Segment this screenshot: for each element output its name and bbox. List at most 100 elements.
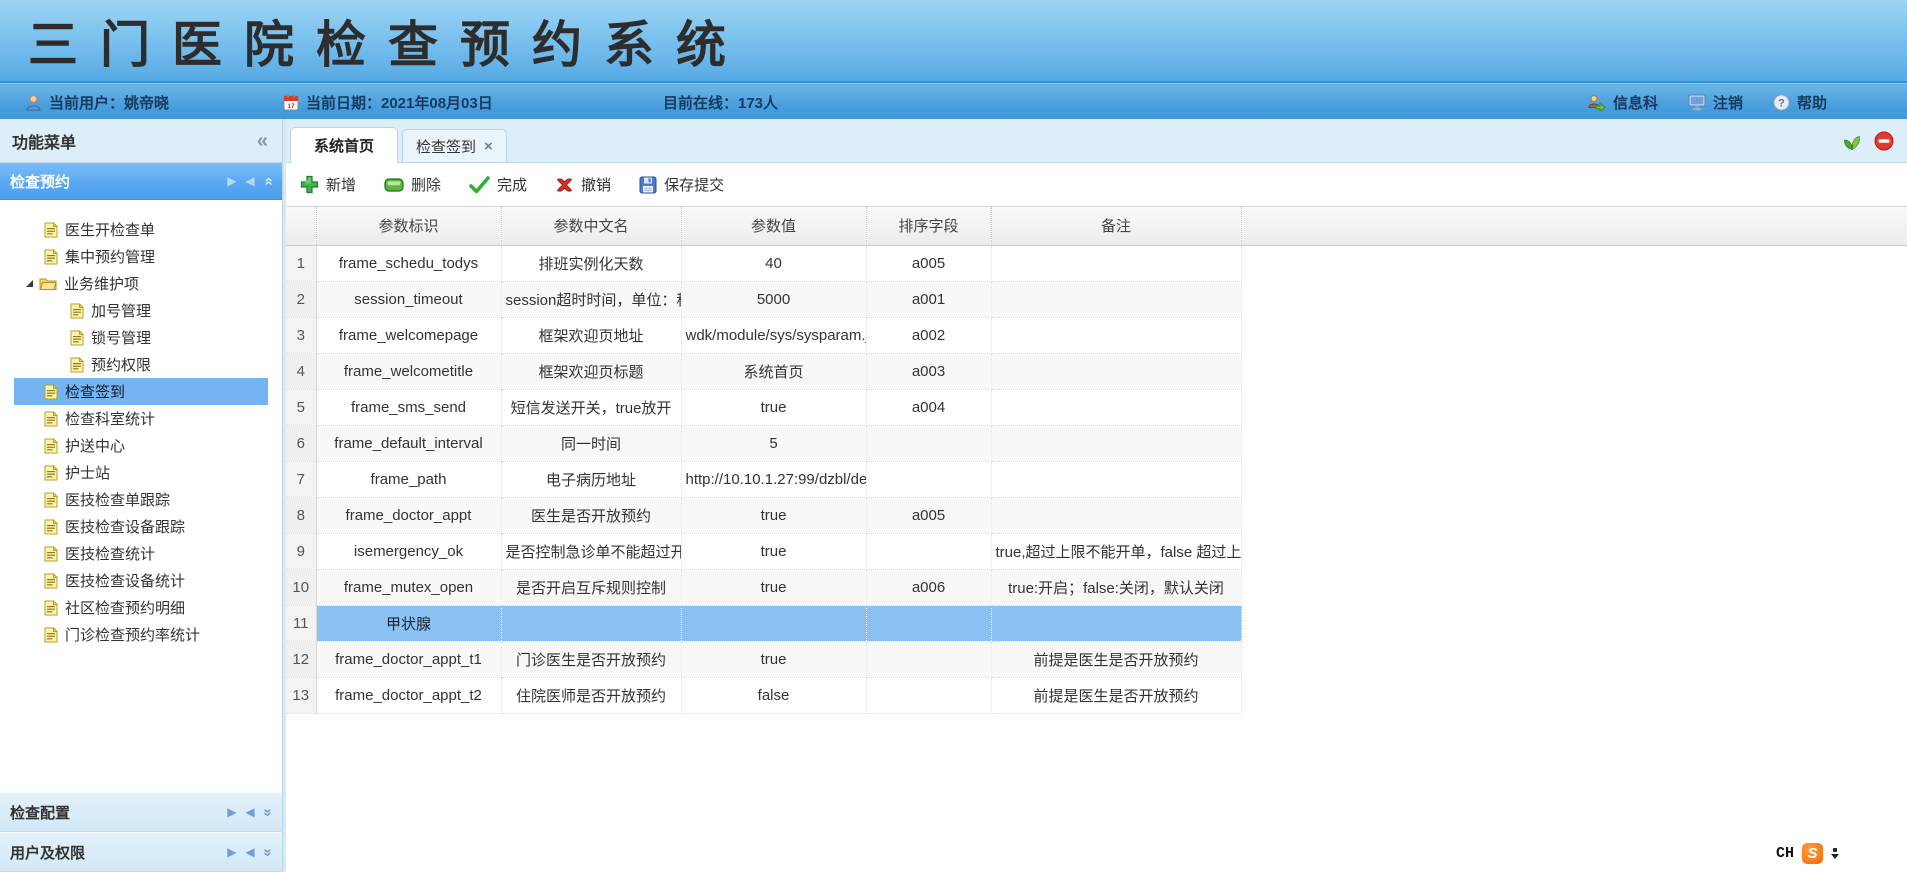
arrow-right-icon[interactable]: ▶ [227,846,236,858]
cell-param-value[interactable] [681,605,866,641]
cell-param-id[interactable]: frame_path [316,461,501,497]
collapse-up-icon[interactable]: » [259,177,276,185]
cell-remark[interactable] [991,281,1241,317]
cell-param-value[interactable]: http://10.10.1.27:99/dzbl/de [681,461,866,497]
department-link[interactable]: 信息科 [1587,92,1658,113]
tab-exam-checkin[interactable]: 检查签到 × [402,129,507,162]
tree-item[interactable]: 业务维护项 [14,270,268,297]
cell-param-value[interactable]: 5000 [681,281,866,317]
table-row[interactable]: 8 frame_doctor_appt 医生是否开放预约 true a005 [286,497,1907,533]
table-row[interactable]: 10 frame_mutex_open 是否开启互斥规则控制 true a006… [286,569,1907,605]
cell-param-id[interactable]: frame_welcometitle [316,353,501,389]
cell-remark[interactable] [991,245,1241,281]
ime-indicator[interactable]: CH S [1776,843,1839,864]
tree-item[interactable]: 医技检查单跟踪 [14,486,268,513]
cell-param-value[interactable]: false [681,677,866,713]
tree-item[interactable]: 检查签到 [14,378,268,405]
undo-button[interactable]: 撤销 [555,174,611,195]
col-remark[interactable]: 备注 [991,207,1241,245]
help-link[interactable]: ? 帮助 [1773,92,1827,113]
cell-param-value[interactable]: true [681,389,866,425]
accordion-panel-exam-config[interactable]: 检查配置 ▶ ◀ » [0,792,282,832]
table-row[interactable]: 5 frame_sms_send 短信发送开关，true放开 true a004 [286,389,1907,425]
arrow-right-icon[interactable]: ▶ [227,175,236,187]
cell-param-name[interactable]: 框架欢迎页地址 [501,317,681,353]
cell-sort-field[interactable] [866,641,991,677]
cell-param-value[interactable]: 40 [681,245,866,281]
ime-logo-icon[interactable]: S [1802,843,1823,864]
arrow-left-icon[interactable]: ◀ [245,175,254,187]
cell-remark[interactable]: true:开启；false:关闭，默认关闭 [991,569,1241,605]
cell-param-name[interactable]: 排班实例化天数 [501,245,681,281]
cell-param-id[interactable]: isemergency_ok [316,533,501,569]
ime-lang-label[interactable]: CH [1776,845,1794,862]
ime-menu-icon[interactable] [1831,848,1839,859]
cell-remark[interactable] [991,389,1241,425]
cell-param-name[interactable]: session超时时间，单位：秒 [501,281,681,317]
table-row[interactable]: 1 frame_schedu_todys 排班实例化天数 40 a005 [286,245,1907,281]
cell-param-name[interactable]: 框架欢迎页标题 [501,353,681,389]
cell-remark[interactable] [991,353,1241,389]
cell-param-name[interactable]: 住院医师是否开放预约 [501,677,681,713]
cell-param-value[interactable]: true [681,497,866,533]
cell-param-id[interactable]: frame_doctor_appt [316,497,501,533]
cell-param-name[interactable] [501,605,681,641]
cell-param-id[interactable]: frame_welcomepage [316,317,501,353]
cell-param-id[interactable]: 甲状腺 [316,605,501,641]
cell-param-name[interactable]: 医生是否开放预约 [501,497,681,533]
cell-param-name[interactable]: 电子病历地址 [501,461,681,497]
refresh-plant-icon[interactable] [1841,130,1863,152]
table-row[interactable]: 11 甲状腺 [286,605,1907,641]
cell-remark[interactable]: 前提是医生是否开放预约 [991,641,1241,677]
cell-sort-field[interactable] [866,461,991,497]
cell-param-id[interactable]: frame_default_interval [316,425,501,461]
cell-remark[interactable] [991,605,1241,641]
cell-remark[interactable]: 前提是医生是否开放预约 [991,677,1241,713]
accordion-panel-exam-appointment[interactable]: 检查预约 ▶ ◀ » [0,163,282,200]
cell-param-name[interactable]: 同一时间 [501,425,681,461]
tree-item[interactable]: 加号管理 [14,297,268,324]
tree-item[interactable]: 医生开检查单 [14,216,268,243]
cell-sort-field[interactable]: a005 [866,245,991,281]
cell-param-value[interactable]: true [681,641,866,677]
cell-param-id[interactable]: frame_schedu_todys [316,245,501,281]
arrow-right-icon[interactable]: ▶ [227,806,236,818]
col-param-id[interactable]: 参数标识 [316,207,501,245]
cell-remark[interactable] [991,461,1241,497]
col-param-value[interactable]: 参数值 [681,207,866,245]
tree-item[interactable]: 护士站 [14,459,268,486]
cell-param-value[interactable]: true [681,533,866,569]
cell-param-id[interactable]: frame_mutex_open [316,569,501,605]
col-param-name[interactable]: 参数中文名 [501,207,681,245]
cell-param-value[interactable]: 系统首页 [681,353,866,389]
cell-sort-field[interactable]: a004 [866,389,991,425]
table-row[interactable]: 13 frame_doctor_appt_t2 住院医师是否开放预约 false… [286,677,1907,713]
cell-param-value[interactable]: true [681,569,866,605]
tree-item[interactable]: 检查科室统计 [14,405,268,432]
cell-remark[interactable] [991,497,1241,533]
cell-sort-field[interactable]: a001 [866,281,991,317]
cell-param-name[interactable]: 门诊医生是否开放预约 [501,641,681,677]
cell-param-id[interactable]: frame_doctor_appt_t1 [316,641,501,677]
cell-sort-field[interactable] [866,533,991,569]
table-row[interactable]: 3 frame_welcomepage 框架欢迎页地址 wdk/module/s… [286,317,1907,353]
cell-remark[interactable] [991,425,1241,461]
table-row[interactable]: 4 frame_welcometitle 框架欢迎页标题 系统首页 a003 [286,353,1907,389]
cell-param-id[interactable]: frame_sms_send [316,389,501,425]
cell-sort-field[interactable]: a006 [866,569,991,605]
cell-param-id[interactable]: frame_doctor_appt_t2 [316,677,501,713]
sidebar-collapse-icon[interactable]: « [257,131,268,151]
save-submit-button[interactable]: 保存提交 [639,174,724,195]
arrow-left-icon[interactable]: ◀ [245,806,254,818]
tree-item[interactable]: 预约权限 [14,351,268,378]
cell-param-name[interactable]: 是否控制急诊单不能超过开单 [501,533,681,569]
tree-item[interactable]: 门诊检查预约率统计 [14,621,268,648]
cell-param-name[interactable]: 是否开启互斥规则控制 [501,569,681,605]
table-row[interactable]: 6 frame_default_interval 同一时间 5 [286,425,1907,461]
cell-sort-field[interactable]: a005 [866,497,991,533]
cell-sort-field[interactable] [866,605,991,641]
expand-down-icon[interactable]: » [259,848,276,856]
tree-item[interactable]: 医技检查设备跟踪 [14,513,268,540]
done-button[interactable]: 完成 [469,174,527,195]
expand-triangle-icon[interactable] [26,280,33,287]
